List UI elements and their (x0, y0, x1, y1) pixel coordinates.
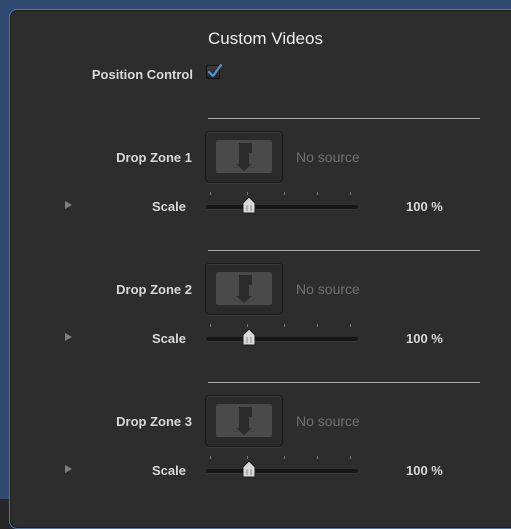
disclosure-triangle-icon[interactable] (65, 333, 72, 341)
drop-zone-1-well[interactable] (205, 131, 283, 183)
scale-slider[interactable] (206, 324, 358, 346)
slider-tick (350, 192, 351, 195)
slider-tick (284, 456, 285, 459)
scale-label: Scale (152, 199, 186, 214)
disclosure-triangle-icon[interactable] (65, 465, 72, 473)
slider-tick (284, 192, 285, 195)
slider-tick (350, 456, 351, 459)
slider-tick (350, 324, 351, 327)
section-divider (208, 118, 480, 119)
drop-arrow-icon (216, 272, 272, 305)
slider-tick (317, 456, 318, 459)
slider-tick (210, 324, 211, 327)
drop-zone-1-label: Drop Zone 1 (116, 150, 192, 165)
slider-knob[interactable] (242, 461, 256, 478)
section-divider (208, 382, 480, 383)
scale-value: 100 % (406, 463, 443, 478)
scale-label: Scale (152, 331, 186, 346)
scale-value: 100 % (406, 199, 443, 214)
slider-tick (317, 324, 318, 327)
slider-tick (210, 456, 211, 459)
position-control-label: Position Control (91, 67, 193, 82)
scale-slider[interactable] (206, 456, 358, 478)
drop-zone-2-source: No source (296, 281, 360, 297)
drop-zone-2-label: Drop Zone 2 (116, 282, 192, 297)
slider-tick (247, 192, 248, 195)
drop-arrow-icon (216, 140, 272, 173)
disclosure-triangle-icon[interactable] (65, 201, 72, 209)
slider-tick (210, 192, 211, 195)
slider-track (206, 205, 358, 209)
slider-knob[interactable] (242, 329, 256, 346)
slider-tick (317, 192, 318, 195)
scale-label: Scale (152, 463, 186, 478)
slider-tick (247, 324, 248, 327)
slider-tick (247, 456, 248, 459)
drop-zone-1-source: No source (296, 149, 360, 165)
drop-zone-2-well[interactable] (205, 263, 283, 315)
slider-knob[interactable] (242, 197, 256, 214)
drop-zone-3-label: Drop Zone 3 (116, 414, 192, 429)
drop-zone-3-source: No source (296, 413, 360, 429)
panel-title: Custom Videos (208, 29, 323, 48)
slider-tick (284, 324, 285, 327)
slider-track (206, 469, 358, 473)
position-control-checkbox[interactable] (206, 63, 223, 79)
scale-value: 100 % (406, 331, 443, 346)
section-divider (208, 250, 480, 251)
drop-arrow-icon (216, 404, 272, 437)
slider-track (206, 337, 358, 341)
drop-zone-3-well[interactable] (205, 395, 283, 447)
checkmark-icon (207, 63, 223, 78)
scale-slider[interactable] (206, 192, 358, 214)
